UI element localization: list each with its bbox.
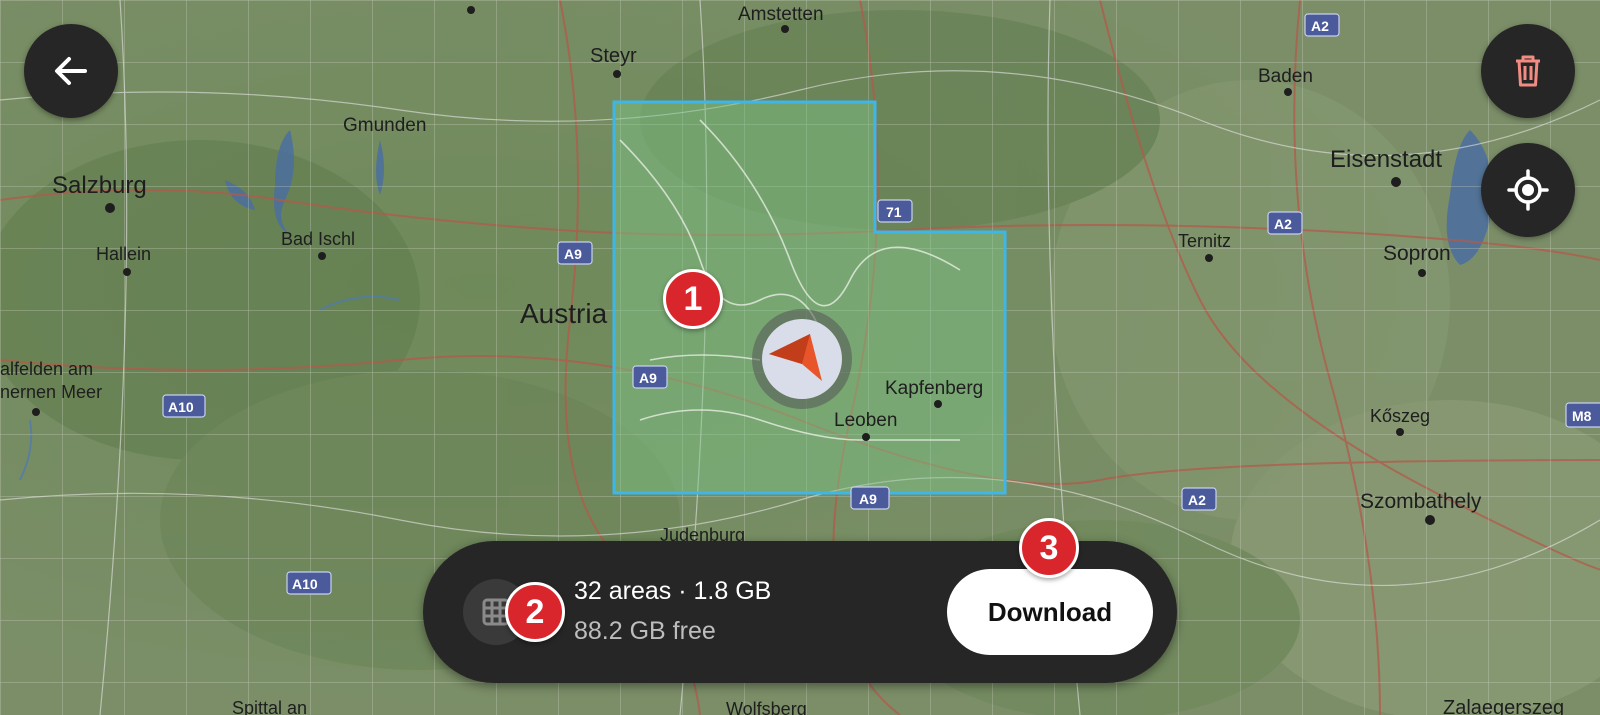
svg-text:A2: A2 bbox=[1274, 216, 1292, 232]
arrow-left-icon bbox=[55, 57, 87, 85]
annotation-badge-1: 1 bbox=[663, 269, 723, 329]
road-shield: A2 bbox=[1181, 487, 1217, 511]
back-button[interactable] bbox=[24, 24, 118, 118]
crosshair-icon bbox=[1507, 169, 1549, 211]
road-shield: A9 bbox=[850, 486, 890, 510]
road-shield: A10 bbox=[162, 394, 206, 418]
road-shield: A9 bbox=[632, 365, 668, 389]
svg-text:A2: A2 bbox=[1311, 18, 1329, 34]
city-label: Hallein bbox=[96, 244, 151, 264]
city-label: Ternitz bbox=[1178, 231, 1231, 251]
annotation-badge-2: 2 bbox=[505, 582, 565, 642]
road-shield: A2 bbox=[1267, 211, 1303, 235]
city-label: Sopron bbox=[1383, 242, 1451, 265]
city-label: Kőszeg bbox=[1370, 406, 1430, 426]
city-label: Zalaegerszeg bbox=[1443, 697, 1564, 715]
trash-icon bbox=[1516, 55, 1540, 87]
city-label: Austria bbox=[520, 298, 608, 329]
city-label: Spittal an bbox=[232, 698, 307, 715]
locate-button[interactable] bbox=[1481, 143, 1575, 237]
city-label: Gmunden bbox=[343, 115, 426, 136]
city-label: Szombathely bbox=[1360, 490, 1482, 513]
svg-text:M8: M8 bbox=[1572, 408, 1592, 424]
city-label: Baden bbox=[1258, 66, 1313, 87]
svg-text:A2: A2 bbox=[1188, 492, 1206, 508]
city-label: nernen Meer bbox=[0, 382, 102, 402]
city-label: Kapfenberg bbox=[885, 378, 983, 399]
city-label: Salzburg bbox=[52, 172, 147, 199]
city-label: Steyr bbox=[590, 45, 637, 67]
city-label: Amstetten bbox=[738, 4, 824, 25]
svg-text:A10: A10 bbox=[168, 399, 194, 415]
road-shield: M8 bbox=[1565, 402, 1600, 428]
svg-text:A10: A10 bbox=[292, 576, 318, 592]
city-label: alfelden am bbox=[0, 359, 93, 379]
city-label: Eisenstadt bbox=[1330, 146, 1442, 173]
road-shield: A2 bbox=[1304, 13, 1340, 37]
city-label: Leoben bbox=[834, 410, 897, 431]
areas-summary: 32 areas · 1.8 GB bbox=[574, 577, 772, 605]
city-label: Bad Ischl bbox=[281, 229, 355, 249]
download-button[interactable]: Download bbox=[947, 569, 1153, 655]
svg-text:A9: A9 bbox=[564, 246, 582, 262]
road-shield: A10 bbox=[286, 571, 332, 595]
annotation-badge-3: 3 bbox=[1019, 518, 1079, 578]
delete-button[interactable] bbox=[1481, 24, 1575, 118]
road-shield: A9 bbox=[557, 241, 593, 265]
svg-text:A9: A9 bbox=[639, 370, 657, 386]
svg-text:A9: A9 bbox=[859, 491, 877, 507]
free-space: 88.2 GB free bbox=[574, 617, 716, 645]
city-label: Wolfsberg bbox=[726, 699, 807, 715]
position-marker-icon bbox=[752, 309, 852, 409]
svg-text:71: 71 bbox=[886, 204, 902, 220]
road-shield: 71 bbox=[877, 199, 913, 223]
